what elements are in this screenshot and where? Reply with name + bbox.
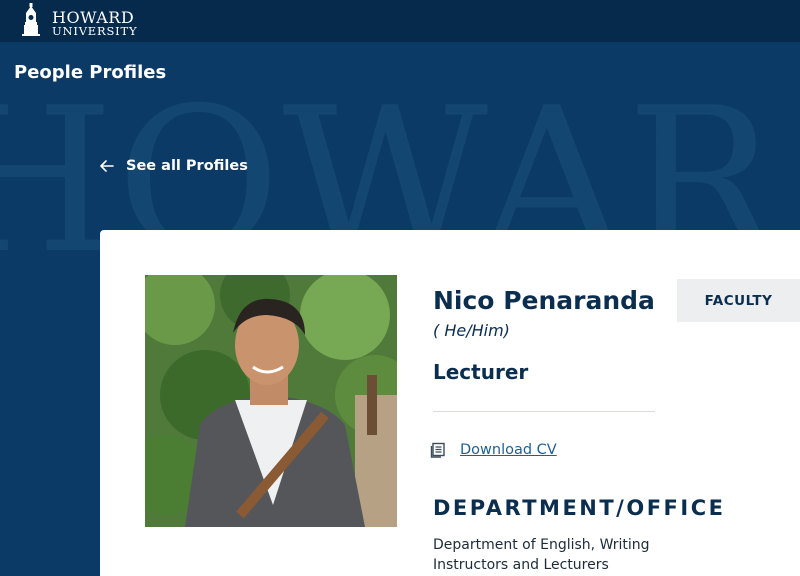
profile-name: Nico Penaranda: [433, 286, 655, 315]
department-text: Department of English, Writing Instructo…: [433, 537, 650, 573]
profile-pronouns: ( He/Him): [433, 321, 510, 340]
document-icon: [430, 442, 445, 458]
logo-wordmark-line2: UNIVERSITY: [52, 24, 138, 38]
bell-tower-icon: [22, 3, 40, 36]
howard-university-logo[interactable]: HOWARD UNIVERSITY: [18, 2, 137, 40]
see-all-profiles-label: See all Profiles: [126, 158, 248, 174]
department-heading: DEPARTMENT/OFFICE: [433, 496, 726, 520]
profile-title: Lecturer: [433, 360, 529, 384]
see-all-profiles-link[interactable]: See all Profiles: [100, 158, 248, 174]
profile-card: Nico Penaranda ( He/Him) Lecturer Downlo…: [100, 230, 800, 576]
profile-photo: [145, 275, 397, 527]
download-cv[interactable]: Download CV: [430, 442, 557, 458]
top-navigation-bar: HOWARD UNIVERSITY: [0, 0, 800, 42]
page-title: People Profiles: [14, 62, 167, 83]
divider: [433, 411, 655, 412]
arrow-left-icon: [100, 160, 114, 172]
faculty-badge: FACULTY: [677, 279, 800, 322]
download-cv-link[interactable]: Download CV: [460, 442, 557, 458]
